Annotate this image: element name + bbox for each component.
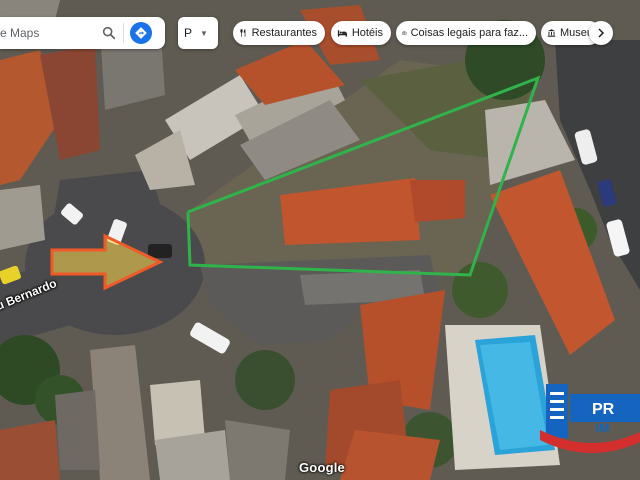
search-icon[interactable] xyxy=(101,25,117,41)
search-box xyxy=(0,17,165,49)
directions-icon xyxy=(135,27,147,39)
hotel-icon xyxy=(337,30,347,37)
chip-things-to-do[interactable]: Coisas legais para faz... xyxy=(396,21,536,45)
camera-icon xyxy=(402,31,407,35)
chip-label: Hotéis xyxy=(351,27,383,39)
chip-hotels[interactable]: Hotéis xyxy=(331,21,391,45)
restaurant-icon xyxy=(240,29,246,37)
language-select[interactable]: P ▼ xyxy=(178,17,218,49)
chip-label: Coisas legais para faz... xyxy=(410,27,528,39)
divider xyxy=(123,23,124,43)
museum-icon xyxy=(547,29,556,37)
real-estate-logo: PR IM xyxy=(540,384,640,454)
google-logo: Google xyxy=(299,460,345,475)
directions-button[interactable] xyxy=(130,22,152,44)
chip-restaurants[interactable]: Restaurantes xyxy=(233,21,325,45)
chip-label: Restaurantes xyxy=(251,27,317,39)
svg-text:IM: IM xyxy=(596,421,609,435)
svg-text:PR: PR xyxy=(592,401,615,418)
language-select-value: P xyxy=(184,26,193,40)
chevron-down-icon: ▼ xyxy=(200,28,208,38)
search-input[interactable] xyxy=(0,26,95,40)
chips-next-button[interactable] xyxy=(589,21,613,45)
chevron-right-icon xyxy=(598,28,605,38)
